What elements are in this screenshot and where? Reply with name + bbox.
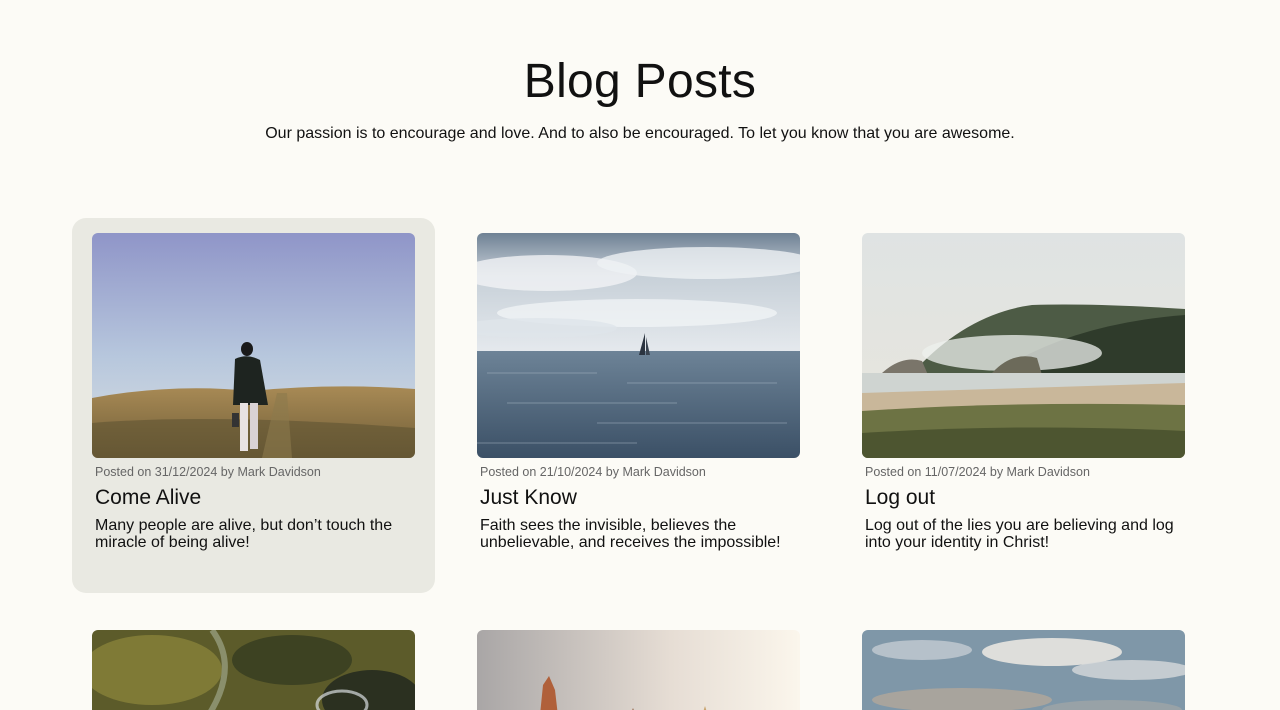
- blog-post-card[interactable]: Posted on 21/10/2024 by Mark Davidson Ju…: [457, 218, 820, 593]
- person-walking-in-field-photo: [92, 233, 415, 458]
- blog-post-card[interactable]: Posted on 11/07/2024 by Mark Davidson Lo…: [842, 218, 1205, 593]
- post-title[interactable]: Just Know: [480, 486, 577, 510]
- post-excerpt: Log out of the lies you are believing an…: [865, 517, 1174, 551]
- post-title[interactable]: Log out: [865, 486, 935, 510]
- blog-post-card[interactable]: [457, 615, 820, 710]
- cloudy-sky-photo: [862, 630, 1185, 710]
- post-excerpt: Many people are alive, but don’t touch t…: [95, 517, 393, 551]
- post-image[interactable]: [92, 233, 415, 458]
- post-image[interactable]: [862, 630, 1185, 710]
- blog-post-card[interactable]: Posted on 31/12/2024 by Mark Davidson Co…: [72, 218, 435, 593]
- misty-coast-photo: [862, 233, 1185, 458]
- post-image[interactable]: [477, 233, 800, 458]
- post-meta: Posted on 11/07/2024 by Mark Davidson: [865, 465, 1090, 479]
- post-meta: Posted on 31/12/2024 by Mark Davidson: [95, 465, 321, 479]
- post-excerpt: Faith sees the invisible, believes the u…: [480, 517, 781, 551]
- page-subtitle: Our passion is to encourage and love. An…: [265, 125, 1015, 142]
- aerial-green-terrain-photo: [92, 630, 415, 710]
- post-image[interactable]: [862, 233, 1185, 458]
- blog-post-card[interactable]: [842, 615, 1205, 710]
- rock-formations-sunset-photo: [477, 630, 800, 710]
- post-image[interactable]: [477, 630, 800, 710]
- post-image[interactable]: [92, 630, 415, 710]
- page-title: Blog Posts: [523, 55, 757, 108]
- sailboat-on-ocean-photo: [477, 233, 800, 458]
- blog-post-card[interactable]: [72, 615, 435, 710]
- post-meta: Posted on 21/10/2024 by Mark Davidson: [480, 465, 706, 479]
- post-title[interactable]: Come Alive: [95, 486, 201, 510]
